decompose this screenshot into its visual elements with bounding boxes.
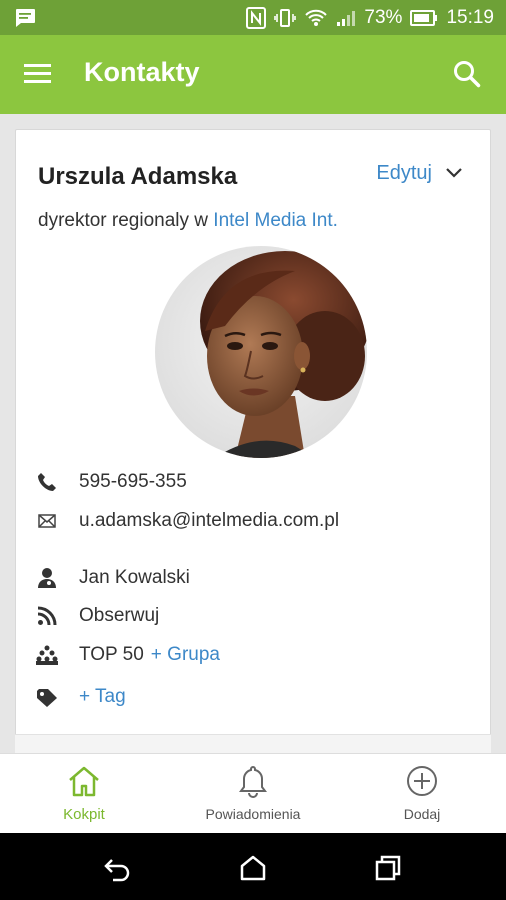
tag-row: + Tag bbox=[36, 686, 126, 708]
person-icon bbox=[36, 567, 58, 589]
battery-percent: 73% bbox=[364, 6, 403, 28]
follow-row[interactable]: Obserwuj bbox=[36, 605, 159, 627]
nav-item-powiadomienia[interactable]: Powiadomienia bbox=[199, 754, 307, 834]
owner-row: Jan Kowalski bbox=[36, 567, 190, 589]
avatar bbox=[155, 246, 367, 458]
nfc-icon bbox=[246, 6, 267, 29]
follow-label: Obserwuj bbox=[79, 605, 160, 626]
battery-icon bbox=[410, 9, 438, 26]
group-icon bbox=[36, 644, 58, 666]
owner-name: Jan Kowalski bbox=[79, 567, 190, 588]
page-title: Kontakty bbox=[84, 57, 200, 87]
recent-apps-icon[interactable] bbox=[373, 853, 403, 883]
group-name: TOP 50 bbox=[79, 644, 144, 665]
role-text: dyrektor regionaly w bbox=[38, 210, 214, 231]
phone-number: 595-695-355 bbox=[79, 471, 187, 492]
contact-card: Urszula Adamska Edytuj dyrektor regional… bbox=[15, 129, 491, 769]
menu-icon[interactable] bbox=[24, 63, 52, 85]
nav-label-dodaj: Dodaj bbox=[403, 806, 441, 822]
signal-icon bbox=[336, 9, 356, 27]
home-icon bbox=[67, 762, 101, 800]
bottom-nav: Kokpit Powiadomienia Dodaj bbox=[0, 753, 506, 833]
email-address: u.adamska@intelmedia.com.pl bbox=[79, 510, 340, 531]
company-link[interactable]: Intel Media Int. bbox=[213, 210, 338, 231]
edit-label: Edytuj bbox=[376, 162, 432, 184]
nav-item-kokpit[interactable]: Kokpit bbox=[50, 754, 118, 834]
envelope-icon bbox=[36, 510, 58, 532]
search-icon[interactable] bbox=[452, 59, 482, 89]
phone-row[interactable]: 595-695-355 bbox=[36, 471, 187, 493]
vibrate-icon bbox=[274, 8, 297, 28]
phone-icon bbox=[36, 471, 58, 493]
message-icon bbox=[14, 8, 36, 28]
add-group-link[interactable]: + Grupa bbox=[151, 644, 220, 666]
nav-label-kokpit: Kokpit bbox=[63, 806, 105, 823]
nav-item-dodaj[interactable]: Dodaj bbox=[396, 754, 448, 834]
back-icon[interactable] bbox=[103, 853, 133, 883]
contact-name: Urszula Adamska bbox=[38, 163, 238, 190]
edit-button[interactable]: Edytuj bbox=[376, 162, 462, 185]
system-nav-bar bbox=[0, 833, 506, 900]
clock: 15:19 bbox=[446, 6, 494, 28]
app-bar: Kontakty bbox=[0, 35, 506, 114]
chevron-down-icon bbox=[446, 165, 462, 183]
nav-label-powiadomienia: Powiadomienia bbox=[205, 806, 301, 822]
wifi-icon bbox=[304, 8, 328, 28]
plus-circle-icon bbox=[406, 762, 438, 800]
status-bar: 73% 15:19 bbox=[0, 0, 506, 35]
group-row: TOP 50 + Grupa bbox=[36, 644, 220, 666]
bell-icon bbox=[237, 762, 269, 800]
add-tag-link[interactable]: + Tag bbox=[79, 686, 126, 708]
contact-role: dyrektor regionaly w Intel Media Int. bbox=[38, 210, 338, 232]
tag-icon bbox=[36, 686, 58, 708]
next-card-peek bbox=[15, 734, 491, 754]
home-button-icon[interactable] bbox=[238, 853, 268, 883]
rss-icon bbox=[36, 605, 58, 627]
email-row[interactable]: u.adamska@intelmedia.com.pl bbox=[36, 510, 339, 532]
